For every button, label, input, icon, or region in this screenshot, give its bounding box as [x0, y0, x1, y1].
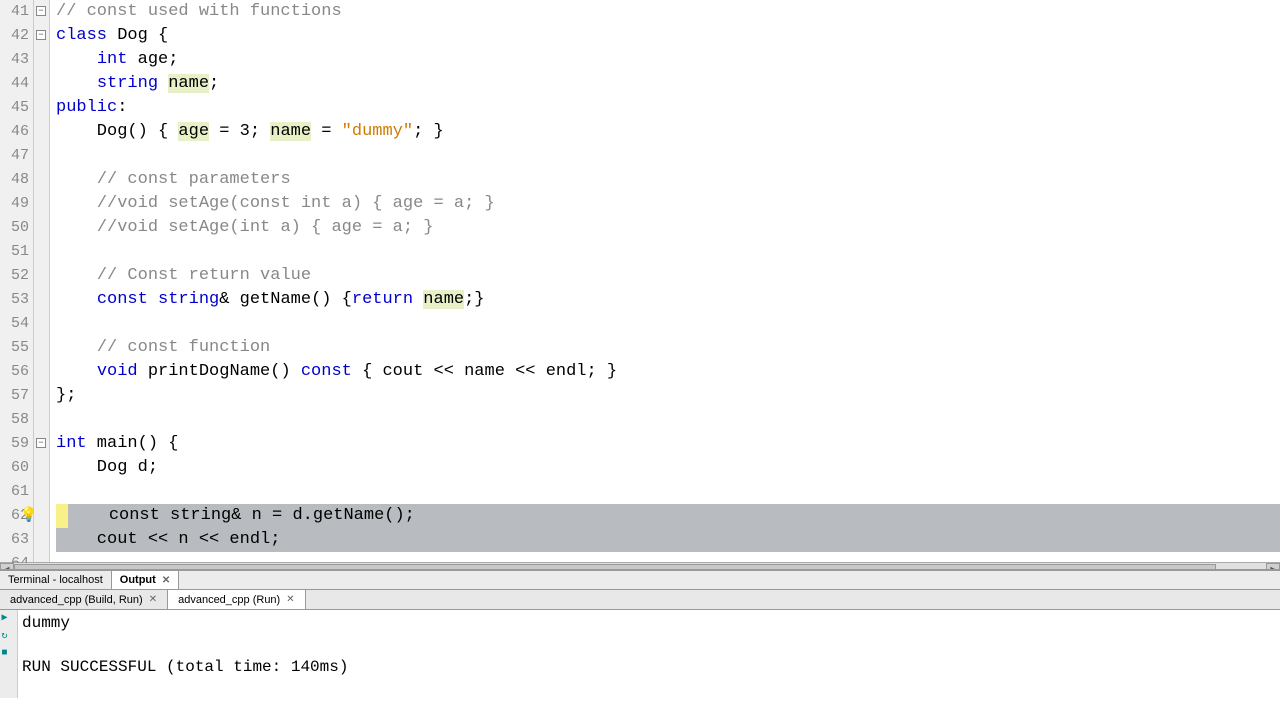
code-line[interactable] — [56, 240, 1280, 264]
code-line[interactable]: int age; — [56, 48, 1280, 72]
tab-output[interactable]: Output ✕ — [112, 571, 179, 589]
code-line[interactable] — [56, 480, 1280, 504]
close-icon[interactable]: ✕ — [162, 575, 170, 586]
output-toolbar-button[interactable]: ▶ — [2, 612, 16, 626]
output-tab[interactable]: advanced_cpp (Build, Run) ✕ — [0, 590, 168, 609]
code-line[interactable]: Dog d; — [56, 456, 1280, 480]
output-text[interactable]: dummy RUN SUCCESSFUL (total time: 140ms) — [18, 610, 1280, 698]
fold-toggle-icon[interactable]: − — [36, 30, 46, 40]
code-line[interactable]: string name; — [56, 72, 1280, 96]
code-line[interactable] — [56, 408, 1280, 432]
output-tab-label: advanced_cpp (Run) — [178, 594, 280, 606]
fold-toggle-icon[interactable]: − — [36, 438, 46, 448]
code-line[interactable]: // const used with functions — [56, 0, 1280, 24]
scroll-left-arrow[interactable]: ◄ — [0, 563, 14, 571]
output-panel: ▶ ↻ ■ dummy RUN SUCCESSFUL (total time: 14… — [0, 610, 1280, 698]
fold-gutter[interactable]: − − − — [34, 0, 50, 562]
close-icon[interactable]: ✕ — [286, 594, 294, 605]
panel-tabs: Terminal - localhost Output ✕ — [0, 570, 1280, 590]
code-line[interactable]: //void setAge(int a) { age = a; } — [56, 216, 1280, 240]
code-line[interactable]: //void setAge(const int a) { age = a; } — [56, 192, 1280, 216]
code-line[interactable] — [56, 144, 1280, 168]
code-line[interactable]: // Const return value — [56, 264, 1280, 288]
code-content[interactable]: // const used with functionsclass Dog { … — [50, 0, 1280, 562]
code-line[interactable]: // const function — [56, 336, 1280, 360]
output-sub-tabs: advanced_cpp (Build, Run)✕advanced_cpp (… — [0, 590, 1280, 610]
scroll-thumb[interactable] — [14, 564, 1216, 571]
code-line[interactable]: public: — [56, 96, 1280, 120]
line-number-gutter: 4142434445464748495051525354555657585960… — [0, 0, 34, 562]
horizontal-scrollbar[interactable]: ◄ ► — [0, 562, 1280, 570]
code-line[interactable]: // const parameters — [56, 168, 1280, 192]
tab-terminal-label: Terminal - localhost — [8, 574, 103, 586]
code-line[interactable]: Dog() { age = 3; name = "dummy"; } — [56, 120, 1280, 144]
code-line[interactable]: const string& getName() {return name;} — [56, 288, 1280, 312]
output-toolbar: ▶ ↻ ■ — [0, 610, 18, 698]
code-line[interactable] — [56, 312, 1280, 336]
code-line[interactable]: 💡 const string& n = d.getName(); — [56, 504, 1280, 528]
output-toolbar-button[interactable]: ■ — [2, 648, 16, 662]
code-line[interactable]: }; — [56, 384, 1280, 408]
tab-output-label: Output — [120, 574, 156, 586]
code-line[interactable]: class Dog { — [56, 24, 1280, 48]
code-line[interactable]: int main() { — [56, 432, 1280, 456]
lightbulb-icon[interactable]: 💡 — [20, 504, 37, 528]
fold-toggle-icon[interactable]: − — [36, 6, 46, 16]
scroll-track[interactable] — [14, 563, 1266, 571]
output-tab-label: advanced_cpp (Build, Run) — [10, 594, 143, 606]
close-icon[interactable]: ✕ — [149, 594, 157, 605]
tab-terminal[interactable]: Terminal - localhost — [0, 571, 112, 589]
code-line[interactable]: cout << n << endl; — [56, 528, 1280, 552]
output-toolbar-button[interactable]: ↻ — [2, 630, 16, 644]
output-tab[interactable]: advanced_cpp (Run) ✕ — [168, 590, 306, 609]
code-line[interactable]: void printDogName() const { cout << name… — [56, 360, 1280, 384]
code-editor: 4142434445464748495051525354555657585960… — [0, 0, 1280, 570]
